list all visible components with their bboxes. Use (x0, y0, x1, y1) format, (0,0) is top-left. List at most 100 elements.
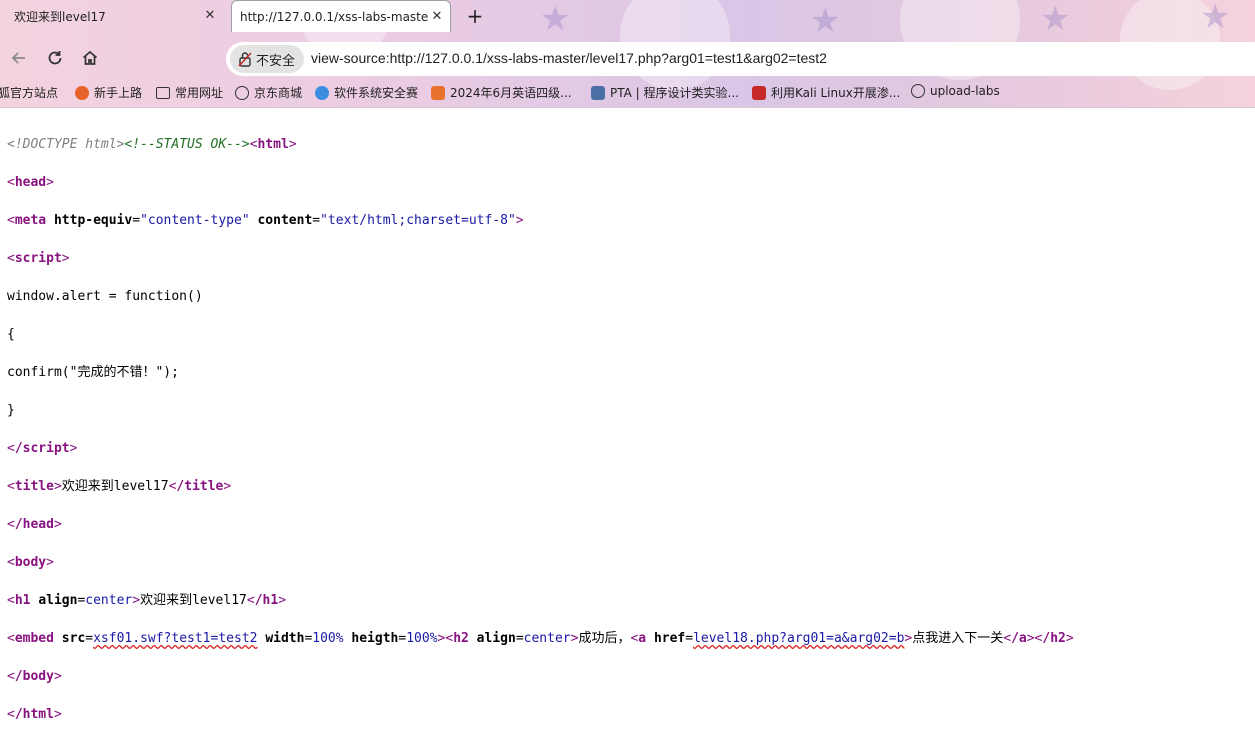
tag-name: /a (1011, 631, 1027, 646)
source-line: window.alert = function() (7, 287, 1247, 306)
toolbar-divider (0, 107, 1255, 108)
attribute-name: align (38, 593, 78, 608)
unlocked-icon (238, 52, 252, 67)
attribute-value: "content-type" (140, 213, 250, 228)
tag-name: a (638, 631, 647, 646)
browser-chrome: ★ ★ ★ ★ 欢迎来到level17 ✕ http://127.0.0.1/x… (0, 0, 1255, 108)
tag-name: script (14, 251, 62, 266)
globe-icon (235, 85, 249, 100)
firefox-icon (75, 85, 89, 100)
attribute-value: center (523, 631, 571, 646)
close-icon[interactable]: ✕ (202, 8, 218, 24)
tag-name: /body (14, 669, 54, 684)
source-line: </html> (7, 707, 62, 722)
close-icon[interactable]: ✕ (429, 9, 445, 25)
bookmark-item[interactable]: 2024年6月英语四级... (431, 84, 572, 101)
source-line: </body> (7, 669, 62, 684)
back-arrow-icon[interactable] (9, 49, 29, 69)
tag-name: /script (14, 441, 70, 456)
source-line: </script> (7, 441, 78, 456)
attribute-value: 100% (312, 631, 344, 646)
tab-title: 欢迎来到level17 (14, 9, 106, 24)
bookmark-label: upload-labs (930, 84, 1000, 98)
attribute-name: heigth (351, 631, 399, 646)
star-decoration-icon: ★ (810, 1, 841, 41)
tag-name: /title (176, 479, 224, 494)
url-text[interactable]: view-source:http://127.0.0.1/xss-labs-ma… (311, 50, 827, 66)
attribute-name: align (476, 631, 516, 646)
tag-name: embed (14, 631, 54, 646)
bookmark-item[interactable]: 软件系统安全赛 (315, 84, 418, 101)
toolbar: 不安全 view-source:http://127.0.0.1/xss-lab… (0, 40, 1255, 78)
attribute-name: src (61, 631, 86, 646)
folder-icon (156, 86, 170, 99)
source-line: <embed src=xsf01.swf?test1=test2 width=1… (7, 631, 1074, 646)
bookmark-label: 狐官方站点 (0, 86, 59, 100)
title-text: 欢迎来到level17 (61, 479, 169, 494)
source-line: confirm("完成的不错！"); (7, 363, 1247, 382)
star-decoration-icon: ★ (1200, 0, 1231, 37)
attribute-value: "text/html;charset=utf-8" (320, 213, 516, 228)
tag-name: /head (14, 517, 54, 532)
source-line: { (7, 325, 1247, 344)
security-indicator-button[interactable]: 不安全 (230, 45, 304, 73)
bookmark-item[interactable]: 狐官方站点 (0, 84, 58, 101)
source-view: <!DOCTYPE html><!--STATUS OK--><html> <h… (7, 116, 1247, 743)
home-icon[interactable] (80, 49, 100, 69)
bookmark-label: 利用Kali Linux开展渗... (771, 86, 901, 100)
script-text: window.alert = function() (7, 289, 203, 304)
link-text: 点我进入下一关 (912, 631, 1004, 646)
source-line: <meta http-equiv="content-type" content=… (7, 213, 524, 228)
body-text: 成功后， (578, 631, 631, 646)
tag-name: body (14, 555, 47, 570)
bookmark-label: PTA | 程序设计类实验... (610, 86, 739, 100)
tab-view-source[interactable]: http://127.0.0.1/xss-labs-master/ ✕ (231, 0, 451, 32)
star-decoration-icon: ★ (540, 0, 571, 39)
source-line: <title>欢迎来到level17</title> (7, 479, 232, 494)
source-line: <h1 align=center>欢迎来到level17</h1> (7, 593, 287, 608)
kali-icon (752, 85, 766, 100)
source-line: <script> (7, 251, 70, 266)
attribute-name: content (257, 213, 313, 228)
bookmark-item[interactable]: PTA | 程序设计类实验... (591, 84, 739, 101)
bookmarks-bar: 狐官方站点 新手上路 常用网址 京东商城 软件系统安全赛 2024年6月英语四级… (0, 82, 1255, 104)
source-line: } (7, 401, 1247, 420)
security-label: 不安全 (256, 53, 296, 69)
bookmark-label: 2024年6月英语四级... (450, 86, 572, 100)
bookmark-item[interactable]: upload-labs (911, 84, 1000, 98)
status-comment: <!--STATUS OK--> (124, 137, 250, 152)
source-line: <head> (7, 175, 54, 190)
doc-icon (431, 85, 445, 100)
bookmark-item[interactable]: 常用网址 (156, 84, 223, 101)
tag-name: /html (14, 707, 54, 722)
address-bar[interactable]: 不安全 view-source:http://127.0.0.1/xss-lab… (226, 42, 1255, 76)
bookmark-label: 常用网址 (175, 86, 224, 100)
bookmark-item[interactable]: 京东商城 (235, 84, 302, 101)
reload-icon[interactable] (45, 49, 65, 69)
tag-name: head (14, 175, 47, 190)
heading-text: 欢迎来到level17 (140, 593, 247, 608)
tag-name: h2 (453, 631, 469, 646)
embed-src-link[interactable]: xsf01.swf?test1=test2 (93, 631, 257, 646)
tag-name: /h2 (1042, 631, 1066, 646)
new-tab-button[interactable]: + (464, 5, 486, 27)
tag-name: title (14, 479, 54, 494)
bookmark-label: 软件系统安全赛 (334, 86, 419, 100)
script-text: { (7, 327, 15, 342)
attribute-value: center (85, 593, 133, 608)
next-level-link[interactable]: level18.php?arg01=a&arg02=b (693, 631, 904, 646)
tab-level17[interactable]: 欢迎来到level17 ✕ (0, 0, 226, 32)
attribute-name: href (653, 631, 686, 646)
shield-icon (315, 85, 329, 100)
bookmark-label: 京东商城 (254, 86, 303, 100)
script-text: } (7, 403, 15, 418)
script-text: confirm("完成的不错！"); (7, 365, 179, 380)
bookmark-item[interactable]: 新手上路 (75, 84, 142, 101)
doctype: <!DOCTYPE html> (7, 137, 125, 152)
pta-icon (591, 85, 605, 100)
bookmark-label: 新手上路 (94, 86, 143, 100)
source-line: </head> (7, 517, 62, 532)
attribute-name: width (265, 631, 305, 646)
source-line: <!DOCTYPE html><!--STATUS OK--><html> (7, 137, 297, 152)
bookmark-item[interactable]: 利用Kali Linux开展渗... (752, 84, 900, 101)
